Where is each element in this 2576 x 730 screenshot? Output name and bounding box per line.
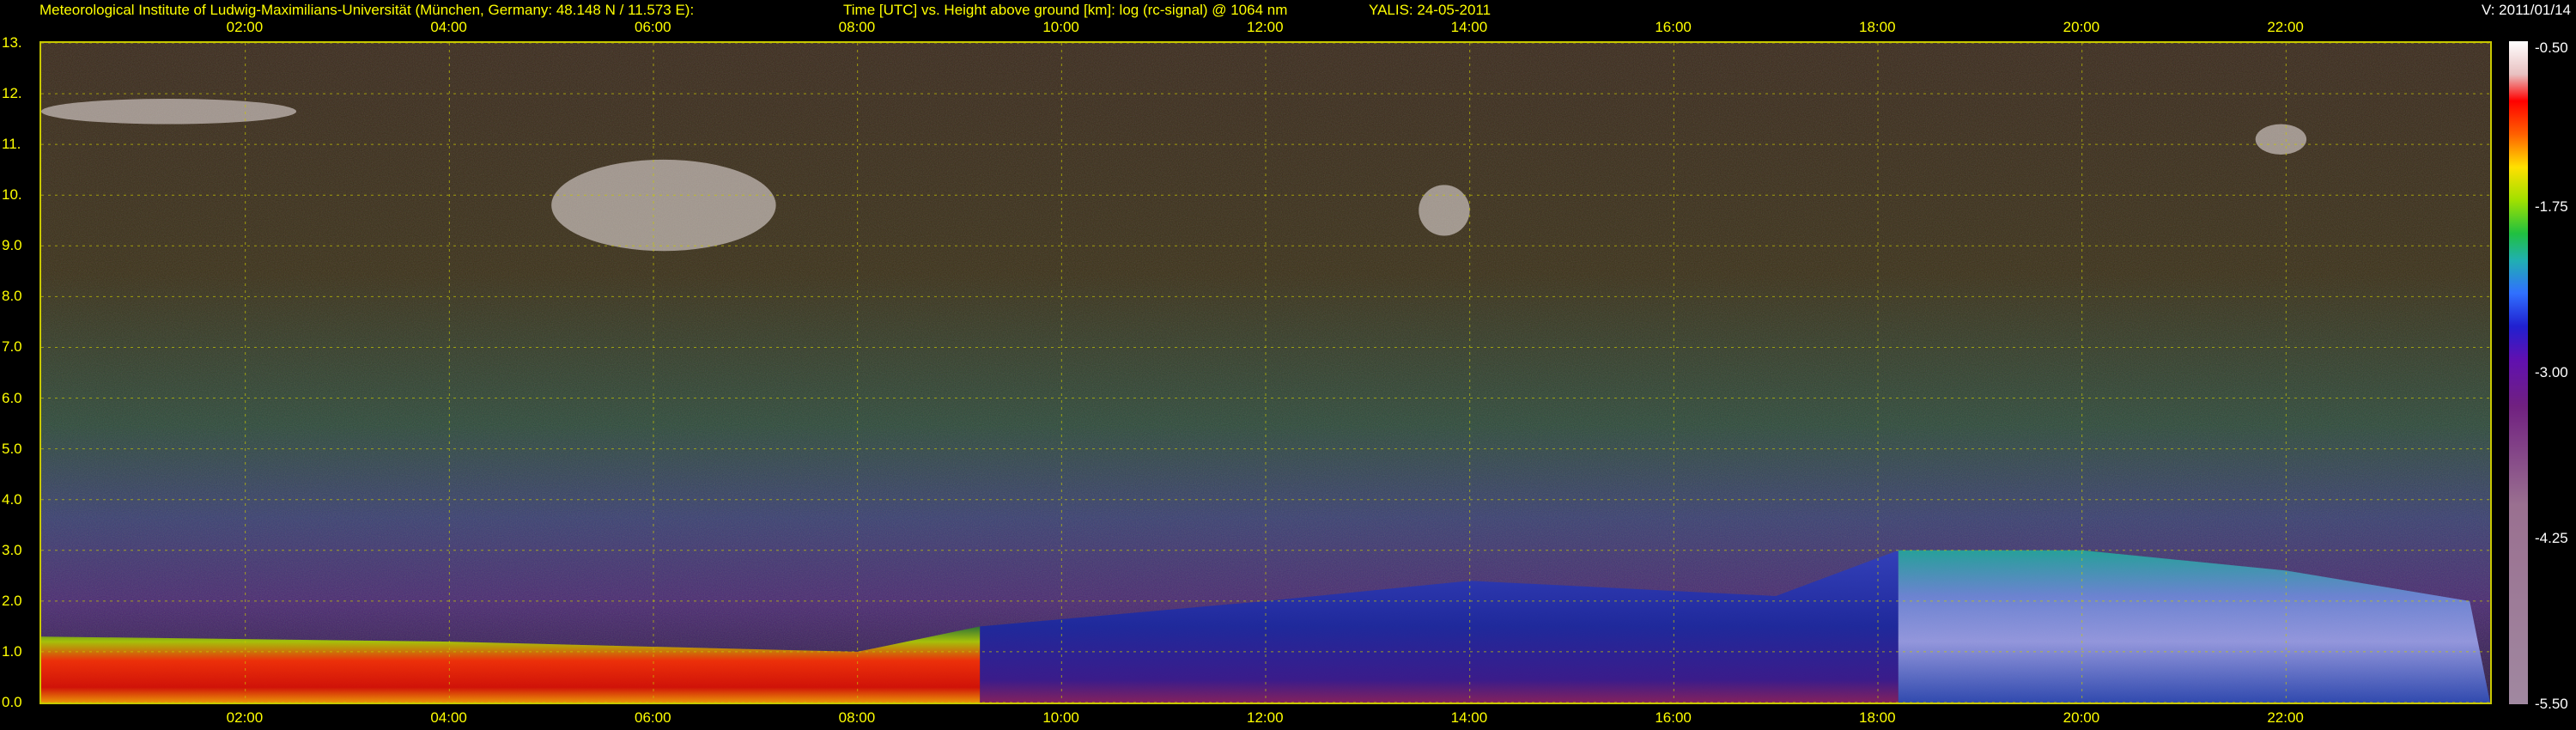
cirrus-cloud-2: [1419, 185, 1470, 236]
bottom-x-tick-label: 06:00: [635, 709, 671, 726]
bottom-x-tick-label: 12:00: [1247, 709, 1284, 726]
y-tick-label: 1.0: [2, 642, 22, 660]
y-tick-label: 12.: [2, 85, 22, 102]
bottom-x-tick-label: 14:00: [1450, 709, 1488, 726]
bottom-x-tick-label: 18:00: [1859, 709, 1896, 726]
y-tick-label: 9.0: [2, 237, 22, 254]
cirrus-cloud-3: [2255, 124, 2307, 155]
y-tick-label: 10.: [2, 186, 22, 204]
top-x-tick-label: 16:00: [1655, 19, 1692, 35]
y-tick-label: 13.: [2, 34, 22, 51]
top-x-tick-label: 20:00: [2063, 19, 2100, 35]
y-tick-label: 2.0: [2, 592, 22, 609]
top-x-tick-label: 22:00: [2267, 19, 2304, 35]
colorbar-tick-label: -0.50: [2535, 40, 2568, 56]
colorbar-tick-label: -4.25: [2535, 530, 2568, 546]
y-tick-label: 0.0: [2, 694, 22, 710]
y-tick-label: 6.0: [2, 389, 22, 406]
y-tick-label: 8.0: [2, 288, 22, 305]
top-x-tick-label: 10:00: [1042, 19, 1079, 35]
bottom-x-tick-label: 22:00: [2267, 709, 2304, 726]
heatmap-svg: [41, 43, 2490, 703]
station-date: YALIS: 24-05-2011: [1369, 2, 1492, 18]
colorbar-tick-label: -3.00: [2535, 364, 2568, 380]
bottom-x-tick-label: 20:00: [2063, 709, 2100, 726]
bottom-x-tick-label: 04:00: [430, 709, 467, 726]
top-x-tick-label: 12:00: [1247, 19, 1284, 35]
top-x-tick-label: 18:00: [1859, 19, 1896, 35]
top-x-tick-label: 04:00: [430, 19, 467, 35]
colorbar-tick-label: -1.75: [2535, 198, 2568, 215]
cirrus-cloud-1: [551, 159, 776, 252]
y-tick-label: 5.0: [2, 440, 22, 457]
y-tick-label: 7.0: [2, 338, 22, 356]
top-x-tick-label: 02:00: [226, 19, 264, 35]
institute-title: Meteorological Institute of Ludwig-Maxim…: [39, 2, 695, 18]
bottom-x-tick-label: 02:00: [226, 709, 264, 726]
top-x-tick-label: 14:00: [1450, 19, 1488, 35]
bottom-x-tick-label: 16:00: [1655, 709, 1692, 726]
lidar-heatmap-plot: [39, 41, 2492, 704]
bottom-x-tick-label: 10:00: [1042, 709, 1079, 726]
version-label: V: 2011/01/14: [2482, 2, 2571, 18]
y-tick-label: 3.0: [2, 541, 22, 558]
top-x-tick-label: 06:00: [635, 19, 671, 35]
y-tick-label: 11.: [2, 136, 21, 153]
cirrus-cloud-0: [41, 98, 297, 125]
colorbar-tick-label: -5.50: [2535, 696, 2568, 712]
bottom-x-tick-label: 08:00: [838, 709, 876, 726]
plot-title: Time [UTC] vs. Height above ground [km]:…: [843, 2, 1288, 18]
top-x-tick-label: 08:00: [838, 19, 876, 35]
y-tick-label: 4.0: [2, 490, 22, 508]
colorbar: [2509, 41, 2528, 704]
